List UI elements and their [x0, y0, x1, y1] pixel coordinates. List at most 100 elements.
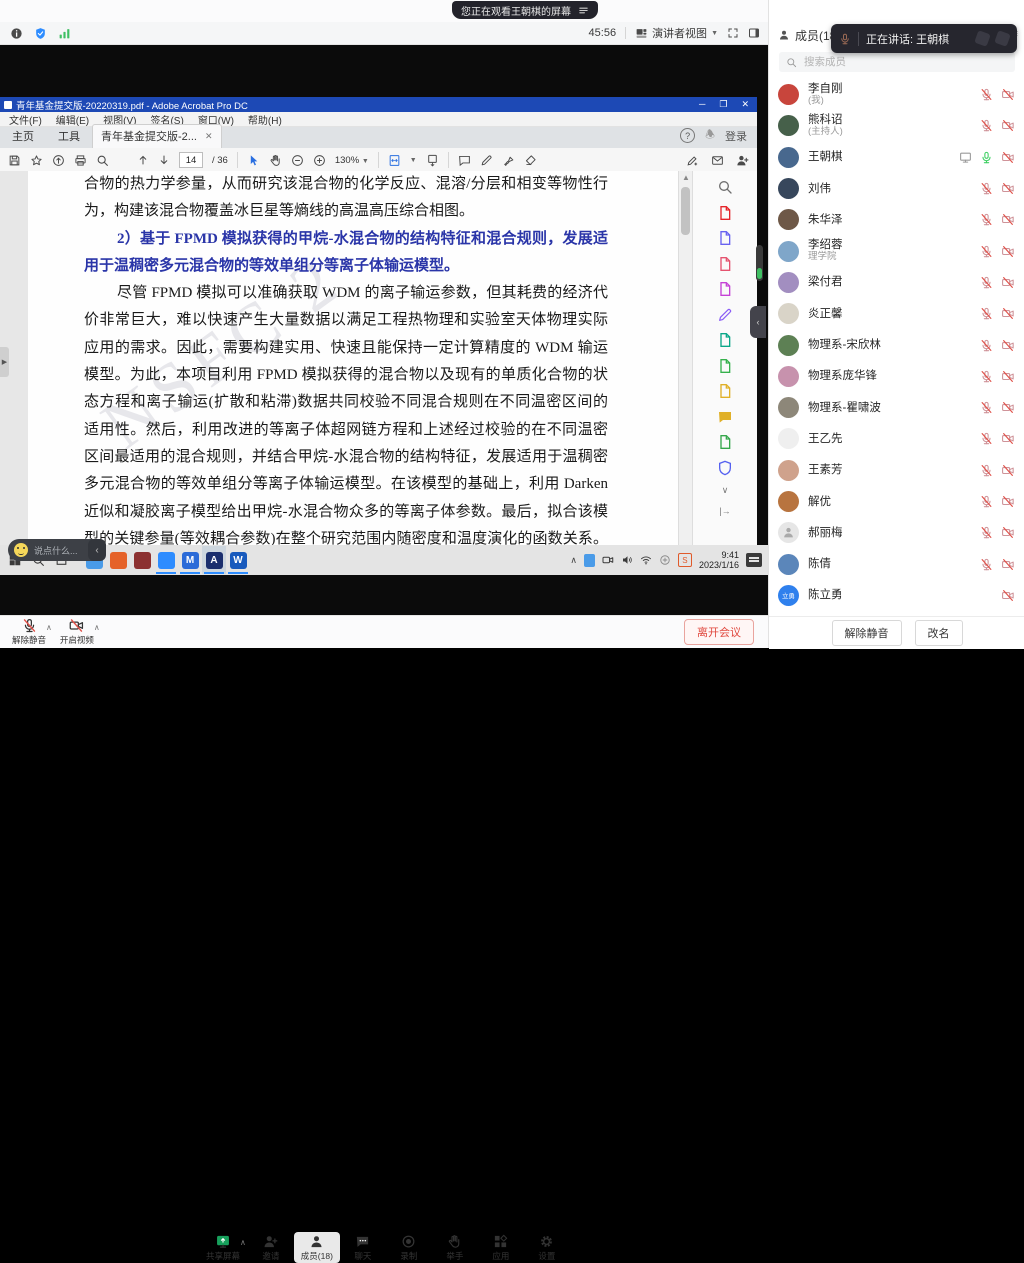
- taskbar-app-app-darkred[interactable]: [130, 546, 154, 574]
- export-excel-tool-icon[interactable]: [717, 358, 733, 374]
- scroll-mode-icon[interactable]: [426, 154, 439, 167]
- fit-width-icon[interactable]: [388, 154, 401, 167]
- start-video-button[interactable]: 开启视频: [54, 617, 100, 648]
- nav-pane-expand-button[interactable]: ▶: [0, 347, 9, 377]
- taskbar-app-app-blue-docs[interactable]: M: [178, 546, 202, 574]
- zoom-level-dropdown[interactable]: 130% ▼: [335, 155, 369, 166]
- fill-sign-icon[interactable]: [686, 154, 699, 167]
- tray-camera-icon[interactable]: [602, 554, 614, 566]
- find-icon[interactable]: [96, 154, 109, 167]
- export-pdf-tool-icon[interactable]: [717, 230, 733, 246]
- taskbar-app-app-orange[interactable]: [106, 546, 130, 574]
- member-row[interactable]: 物理系-瞿啸波: [769, 392, 1024, 423]
- leave-meeting-button[interactable]: 离开会议: [684, 619, 754, 645]
- settings-button[interactable]: 设置: [524, 1232, 570, 1263]
- print-icon[interactable]: [74, 154, 87, 167]
- help-icon[interactable]: ?: [680, 128, 695, 143]
- member-row[interactable]: 李绍蓉 理学院: [769, 235, 1024, 266]
- member-row[interactable]: 梁付君: [769, 267, 1024, 298]
- page-number-input[interactable]: [179, 152, 203, 168]
- tray-bluetooth-icon[interactable]: [584, 554, 595, 567]
- sign-pen-icon[interactable]: [502, 154, 515, 167]
- scan-ocr-tool-icon[interactable]: [717, 332, 733, 348]
- comment-icon[interactable]: [458, 154, 471, 167]
- tray-network-icon[interactable]: [640, 554, 652, 566]
- pencil-icon[interactable]: [480, 154, 493, 167]
- document-scrollbar[interactable]: ▲: [678, 171, 693, 545]
- edit-pdf-tool-icon[interactable]: [717, 281, 733, 297]
- tray-input-icon[interactable]: [659, 554, 671, 566]
- tray-volume-icon[interactable]: [621, 554, 633, 566]
- member-row[interactable]: 刘伟: [769, 173, 1024, 204]
- member-row[interactable]: 物理系庞华锋: [769, 361, 1024, 392]
- invite-button[interactable]: 邀请: [248, 1232, 294, 1263]
- zoom-out-icon[interactable]: [291, 154, 304, 167]
- comment-tool-icon[interactable]: [717, 409, 733, 425]
- side-panel-icon[interactable]: [748, 27, 760, 39]
- emoji-icon[interactable]: [14, 543, 28, 557]
- add-user-icon[interactable]: [736, 154, 749, 167]
- share-icon[interactable]: [52, 154, 65, 167]
- member-row[interactable]: 王素芳: [769, 455, 1024, 486]
- record-button[interactable]: 录制: [386, 1232, 432, 1263]
- tray-expand-icon[interactable]: ∧: [570, 555, 577, 566]
- member-row[interactable]: 物理系-宋欣林: [769, 329, 1024, 360]
- taskbar-clock[interactable]: 9:41 2023/1/16: [699, 550, 739, 570]
- tab-tools[interactable]: 工具: [46, 125, 92, 148]
- member-row[interactable]: 郝丽梅: [769, 517, 1024, 548]
- bell-icon[interactable]: 🕭: [705, 126, 715, 145]
- acrobat-restore-button[interactable]: ❐: [719, 99, 727, 110]
- star-icon[interactable]: [30, 154, 43, 167]
- video-options-chevron[interactable]: ∧: [94, 623, 100, 632]
- acrobat-minimize-button[interactable]: ─: [699, 99, 705, 110]
- print-production-tool-icon[interactable]: [717, 434, 733, 450]
- page-down-icon[interactable]: [158, 154, 170, 166]
- members-button[interactable]: 成员(18): [294, 1232, 340, 1263]
- fullscreen-icon[interactable]: [727, 27, 739, 39]
- panel-unmute-button[interactable]: 解除静音: [832, 620, 902, 646]
- raise-hand-button[interactable]: 举手: [432, 1232, 478, 1263]
- member-row[interactable]: 解优: [769, 486, 1024, 517]
- fill-sign-tool-icon[interactable]: [717, 307, 733, 323]
- menu-item[interactable]: 帮助(H): [242, 112, 288, 127]
- tab-document[interactable]: 青年基金提交版-2... ✕: [92, 124, 222, 148]
- member-row[interactable]: 李自刚 (我): [769, 79, 1024, 110]
- tab-close-icon[interactable]: ✕: [205, 131, 213, 142]
- banner-menu-icon[interactable]: [578, 5, 589, 16]
- security-tool-icon[interactable]: [717, 460, 733, 476]
- rail-expand-icon[interactable]: |→: [719, 506, 730, 516]
- panel-collapse-handle[interactable]: ‹: [750, 306, 766, 338]
- member-row[interactable]: 王朝棋: [769, 142, 1024, 173]
- member-row[interactable]: 炎正馨: [769, 298, 1024, 329]
- chat-button[interactable]: 聊天: [340, 1232, 386, 1263]
- zoom-in-icon[interactable]: [313, 154, 326, 167]
- member-search-input[interactable]: [802, 55, 986, 69]
- member-row[interactable]: 朱华泽: [769, 204, 1024, 235]
- scroll-up-arrow[interactable]: ▲: [679, 173, 693, 182]
- taskbar-app-voov-meeting[interactable]: [154, 546, 178, 574]
- signin-link[interactable]: 登录: [725, 128, 747, 144]
- mic-options-chevron[interactable]: ∧: [46, 623, 52, 632]
- taskbar-app-acrobat[interactable]: A: [202, 546, 226, 574]
- stamp-icon[interactable]: [524, 154, 537, 167]
- panel-rename-button[interactable]: 改名: [915, 620, 963, 646]
- marquee-zoom-tool-icon[interactable]: [717, 179, 733, 195]
- share-options-chevron[interactable]: ∧: [240, 1238, 246, 1247]
- save-icon[interactable]: [8, 154, 21, 167]
- tab-home[interactable]: 主页: [0, 125, 46, 148]
- member-row[interactable]: 陈倩: [769, 548, 1024, 579]
- scrollbar-thumb[interactable]: [681, 187, 690, 235]
- member-row[interactable]: 熊科诏 (主持人): [769, 110, 1024, 141]
- rail-more-icon[interactable]: ∨: [722, 485, 729, 496]
- chat-bubble-collapse-button[interactable]: ‹: [88, 539, 106, 561]
- protect-doc-tool-icon[interactable]: [717, 383, 733, 399]
- unmute-button[interactable]: 解除静音: [6, 617, 52, 648]
- select-tool-icon[interactable]: [247, 154, 260, 167]
- view-mode-dropdown[interactable]: 演讲者视图 ▼: [635, 25, 718, 41]
- organize-pages-tool-icon[interactable]: [717, 256, 733, 272]
- create-pdf-tool-icon[interactable]: [717, 205, 733, 221]
- security-shield-icon[interactable]: [34, 27, 47, 40]
- page-up-icon[interactable]: [137, 154, 149, 166]
- taskbar-app-word[interactable]: W: [226, 546, 250, 574]
- tray-ime-icon[interactable]: S: [678, 553, 692, 567]
